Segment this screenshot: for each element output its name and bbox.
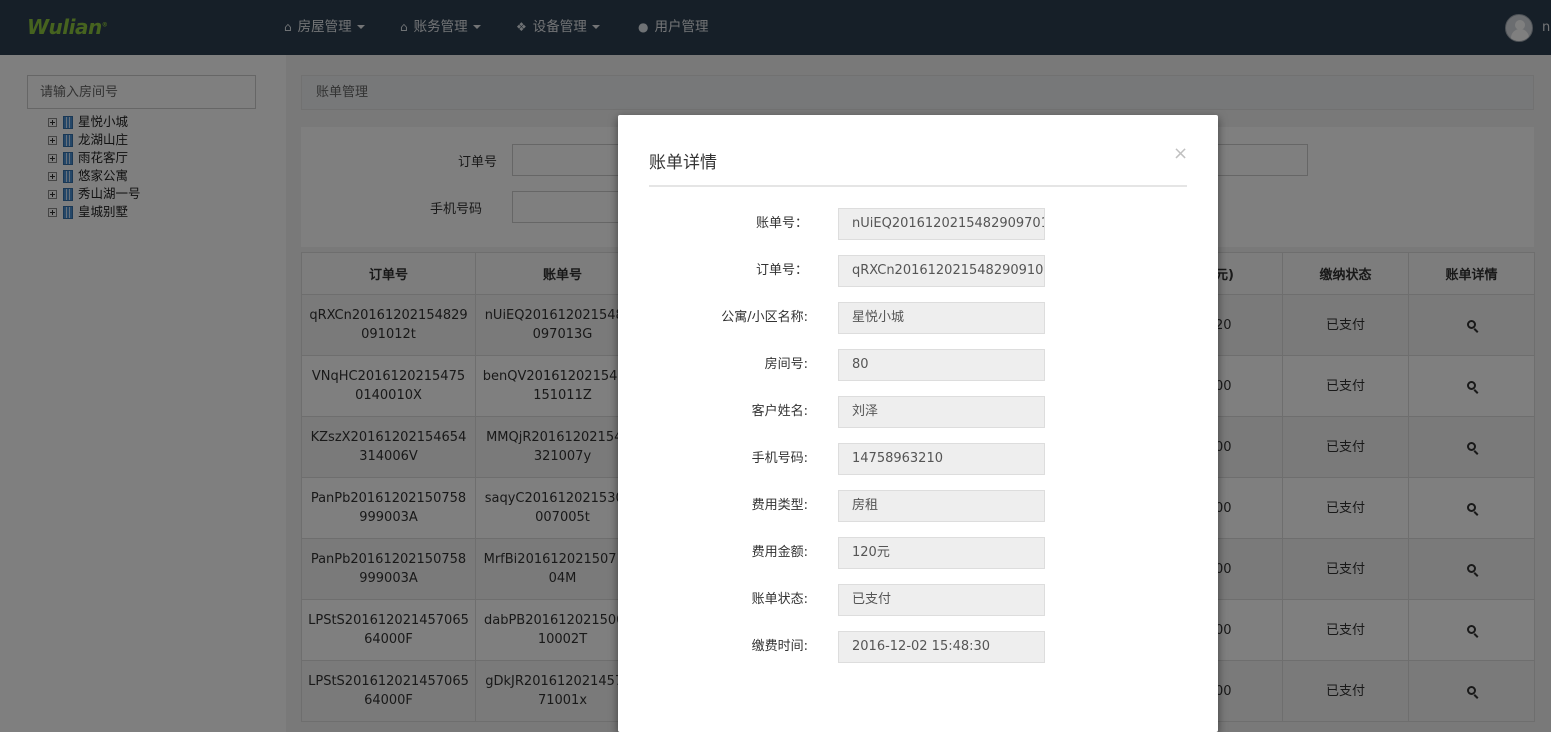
field-value[interactable]: 刘泽: [838, 396, 1045, 428]
field-room-number: 房间号: 80: [618, 349, 1218, 381]
field-phone: 手机号码: 14758963210: [618, 443, 1218, 475]
field-label: 房间号:: [764, 357, 808, 372]
field-bill-status: 账单状态: 已支付: [618, 584, 1218, 616]
field-value[interactable]: 14758963210: [838, 443, 1045, 475]
field-label: 客户姓名:: [751, 404, 808, 419]
field-value[interactable]: qRXCn20161202154829091012t: [838, 255, 1045, 287]
field-label: 费用类型:: [751, 498, 808, 513]
field-label: 缴费时间:: [751, 639, 808, 654]
close-icon[interactable]: ×: [1173, 143, 1188, 164]
field-customer-name: 客户姓名: 刘泽: [618, 396, 1218, 428]
field-label: 公寓/小区名称:: [721, 310, 808, 325]
field-value[interactable]: 房租: [838, 490, 1045, 522]
bill-detail-modal: 账单详情 × 账单号： nUiEQ20161202154829097013G 订…: [618, 115, 1218, 732]
field-label: 账单状态:: [751, 592, 808, 607]
field-order-number: 订单号： qRXCn20161202154829091012t: [618, 255, 1218, 287]
field-fee-amount: 费用金额: 120元: [618, 537, 1218, 569]
field-bill-number: 账单号： nUiEQ20161202154829097013G: [618, 208, 1218, 240]
field-fee-type: 费用类型: 房租: [618, 490, 1218, 522]
field-label: 手机号码:: [751, 451, 808, 466]
field-label: 订单号：: [755, 263, 808, 278]
modal-title: 账单详情: [649, 153, 717, 173]
field-value[interactable]: 星悦小城: [838, 302, 1045, 334]
field-value[interactable]: 120元: [838, 537, 1045, 569]
field-value[interactable]: 80: [838, 349, 1045, 381]
field-label: 费用金额:: [751, 545, 808, 560]
field-community-name: 公寓/小区名称: 星悦小城: [618, 302, 1218, 334]
modal-divider: [649, 185, 1187, 187]
field-value[interactable]: 已支付: [838, 584, 1045, 616]
field-label: 账单号：: [755, 216, 808, 231]
field-value[interactable]: nUiEQ20161202154829097013G: [838, 208, 1045, 240]
field-value[interactable]: 2016-12-02 15:48:30: [838, 631, 1045, 663]
field-payment-time: 缴费时间: 2016-12-02 15:48:30: [618, 631, 1218, 663]
